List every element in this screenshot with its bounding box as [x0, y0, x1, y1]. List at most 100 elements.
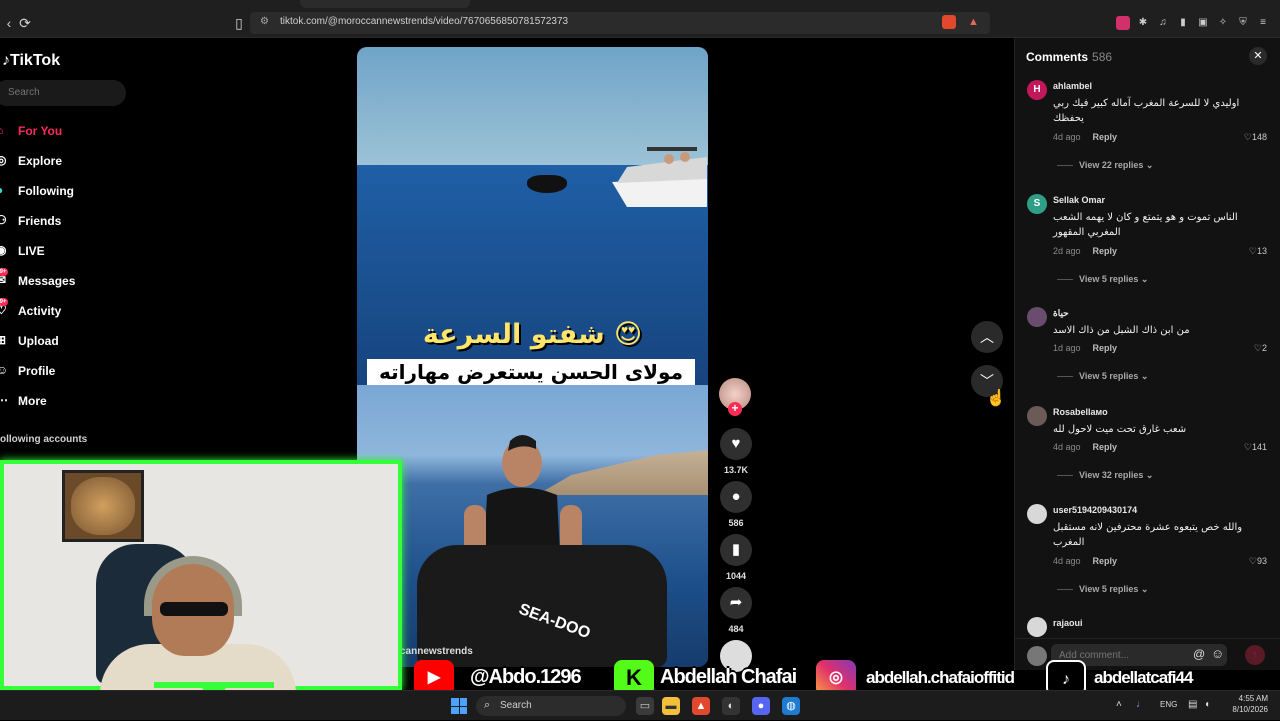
like-action[interactable]: ♥ 13.7K [718, 428, 754, 475]
comment-age: 2d ago [1053, 246, 1081, 256]
chevron-down-icon: ⌄ [1140, 274, 1149, 284]
reply-button[interactable]: Reply [1093, 343, 1118, 353]
sidebar-item-live[interactable]: ◉ LIVE [0, 240, 140, 262]
comment-icon[interactable]: ● [720, 481, 752, 513]
video-caption-subtitle: مولاى الحسن يستعرض مهاراته [367, 359, 695, 385]
sidebar-item-profile[interactable]: ☺ Profile [0, 360, 140, 382]
chevron-up-icon[interactable]: ˄ [1116, 699, 1122, 710]
view-replies-button[interactable]: View 32 replies ⌄ [1057, 470, 1153, 481]
search-input[interactable] [8, 87, 108, 98]
share-icon[interactable]: ➦ [720, 587, 752, 619]
sidebar-item-for-you[interactable]: ⌂For You [0, 120, 140, 142]
comment-avatar[interactable] [1027, 617, 1047, 637]
share-action[interactable]: ➦ 484 [718, 587, 754, 634]
sidebar-item-following[interactable]: ●Following [0, 180, 140, 202]
comment-avatar[interactable] [1027, 307, 1047, 327]
reload-icon[interactable]: ⟳ [16, 14, 34, 32]
sidebar-icon[interactable]: ▮ [1176, 16, 1190, 30]
upload-icon: ⊞ [0, 333, 7, 347]
comment-avatar[interactable] [1027, 406, 1047, 426]
sidebar-item-upload[interactable]: ⊞ Upload [0, 330, 140, 352]
music-icon[interactable]: ♫ [1156, 16, 1170, 30]
reply-button[interactable]: Reply [1093, 132, 1118, 142]
comment-username[interactable]: حياة [1053, 308, 1069, 319]
comment-likes[interactable]: ♡93 [1225, 556, 1267, 567]
lion-painting [71, 477, 135, 535]
bookmark-icon[interactable]: ▮ [720, 534, 752, 566]
address-bar[interactable]: ⚙ tiktok.com/@moroccannewstrends/video/7… [250, 12, 990, 34]
close-icon[interactable]: ✕ [1249, 47, 1267, 65]
language-indicator[interactable]: ENG [1160, 700, 1177, 709]
logo-text: TikTok [10, 52, 61, 69]
search-box[interactable] [0, 80, 126, 106]
video-player[interactable]: شفتو السرعة 😍 مولاى الحسن يستعرض مهاراته… [357, 47, 708, 667]
file-explorer-icon[interactable]: ▬ [662, 697, 680, 715]
comment-username[interactable]: Sellak Omar [1053, 195, 1105, 205]
view-replies-label: View 32 replies [1079, 470, 1144, 480]
reply-button[interactable]: Reply [1093, 246, 1118, 256]
brave-shields-icon[interactable] [942, 15, 956, 29]
comment-avatar[interactable]: H [1027, 80, 1047, 100]
task-view-icon[interactable]: ▭ [636, 697, 654, 715]
sidebar-item-friends[interactable]: ⚇ Friends [0, 210, 140, 232]
comment-likes[interactable]: ♡141 [1225, 442, 1267, 453]
sidebar-item-activity[interactable]: ♡ 9+ Activity [0, 298, 140, 322]
network-icon[interactable]: ▤ [1188, 699, 1197, 710]
save-action[interactable]: ▮ 1044 [718, 534, 754, 581]
chevron-down-icon: ⌄ [1145, 160, 1154, 170]
replies-divider [1057, 376, 1073, 378]
view-replies-button[interactable]: View 22 replies ⌄ [1057, 160, 1153, 171]
comment-meta: 4d ago Reply [1053, 556, 1117, 566]
comment-count: 586 [728, 518, 744, 528]
view-replies-label: View 5 replies [1079, 371, 1139, 381]
comment-action[interactable]: ● 586 [718, 481, 754, 528]
vpn-icon[interactable]: ⛨ [1236, 16, 1250, 30]
menu-icon[interactable]: ≡ [1256, 16, 1270, 30]
discord-icon[interactable]: ● [752, 697, 770, 715]
reply-button[interactable]: Reply [1093, 442, 1118, 452]
microphone-icon[interactable]: ♩ [1136, 699, 1146, 710]
reply-button[interactable]: Reply [1093, 556, 1118, 566]
app-icon[interactable]: ◐ [722, 697, 740, 715]
view-replies-button[interactable]: View 5 replies ⌄ [1057, 274, 1148, 285]
comment-username[interactable]: Rosabellaᴍᴏ [1053, 407, 1108, 417]
site-settings-icon[interactable]: ⚙ [260, 16, 269, 27]
previous-video-button[interactable]: ︿ [971, 321, 1003, 353]
browser-tab[interactable] [300, 0, 470, 8]
heart-icon[interactable]: ♥ [720, 428, 752, 460]
sidebar-item-explore[interactable]: ◎ Explore [0, 150, 140, 172]
follow-button[interactable]: + [728, 402, 742, 416]
start-button[interactable] [451, 698, 467, 714]
clock-time[interactable]: 4:55 AM [1228, 694, 1268, 703]
comment-avatar[interactable] [1027, 504, 1047, 524]
extensions-icon[interactable]: ✱ [1136, 16, 1150, 30]
wallet-icon[interactable]: ▣ [1196, 16, 1210, 30]
bookmark-icon[interactable]: ▯ [230, 14, 248, 32]
video-author-handle[interactable]: cannewstrends [400, 646, 473, 657]
share-count: 484 [728, 624, 744, 634]
sidebar-item-messages[interactable]: ✉ 9+ Messages [0, 268, 140, 292]
comment-avatar[interactable]: S [1027, 194, 1047, 214]
comment-text: الناس تموت و هو يتمتع و كان لا يهمه الشع… [1053, 212, 1238, 238]
leo-icon[interactable]: ✧ [1216, 16, 1230, 30]
brave-browser-icon[interactable]: ▲ [692, 697, 710, 715]
edge-icon[interactable]: ◍ [782, 697, 800, 715]
comment-likes[interactable]: ♡13 [1225, 246, 1267, 257]
comment-username[interactable]: ahlambel [1053, 81, 1092, 91]
rewards-icon[interactable]: ▲ [968, 16, 979, 28]
extension-icon[interactable] [1116, 16, 1130, 30]
volume-icon[interactable]: ◖ [1204, 699, 1210, 710]
view-replies-button[interactable]: View 5 replies ⌄ [1057, 584, 1148, 595]
comment-likes[interactable]: ♡2 [1225, 343, 1267, 354]
comment-username[interactable]: rajaoui [1053, 618, 1083, 628]
view-replies-button[interactable]: View 5 replies ⌄ [1057, 371, 1148, 382]
taskbar-search[interactable]: ⌕ Search [476, 696, 626, 716]
tiktok-logo[interactable]: ♪TikTok [2, 52, 60, 70]
comment-likes[interactable]: ♡148 [1225, 132, 1267, 143]
view-replies-label: View 5 replies [1079, 584, 1139, 594]
sidebar-item-more[interactable]: ⋯ More [0, 390, 140, 412]
tiktok-handle: abdellatcafi44 [1094, 668, 1193, 687]
save-count: 1044 [725, 571, 747, 581]
clock-date[interactable]: 8/10/2026 [1212, 705, 1268, 714]
comment-username[interactable]: user5194209430174 [1053, 505, 1137, 515]
